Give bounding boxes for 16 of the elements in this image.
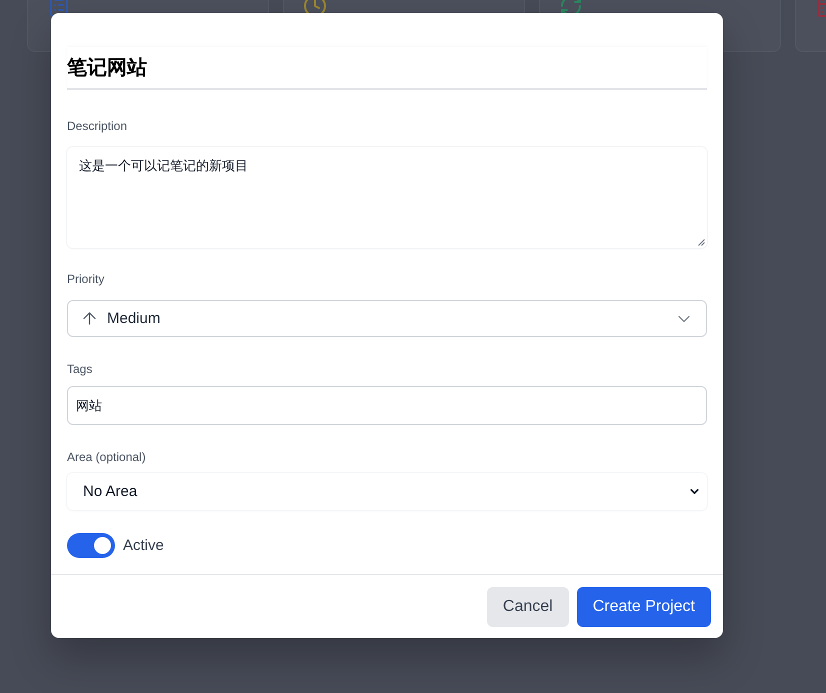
field-label: Priority	[67, 271, 106, 287]
create-button[interactable]: Create Project	[576, 587, 711, 627]
toggle-switch[interactable]	[67, 533, 115, 558]
field-label: Description	[67, 118, 128, 134]
cancel-button[interactable]: Cancel	[486, 587, 569, 627]
tags-input[interactable]: 网站	[67, 386, 707, 425]
field-label: Area (optional)	[67, 449, 147, 465]
description-textarea[interactable]: 这是一个可以记笔记的新项目	[67, 147, 707, 248]
title-input[interactable]: 笔记网站	[67, 47, 707, 90]
priority-select[interactable]: Medium	[67, 300, 707, 337]
toggle-label: Active	[123, 537, 164, 554]
field-label: Tags	[67, 361, 94, 377]
area-select[interactable]: No Area	[67, 473, 707, 510]
resize-grip-icon[interactable]	[698, 239, 705, 246]
clipboard-icon	[47, 0, 71, 18]
toggle-knob	[94, 537, 111, 554]
